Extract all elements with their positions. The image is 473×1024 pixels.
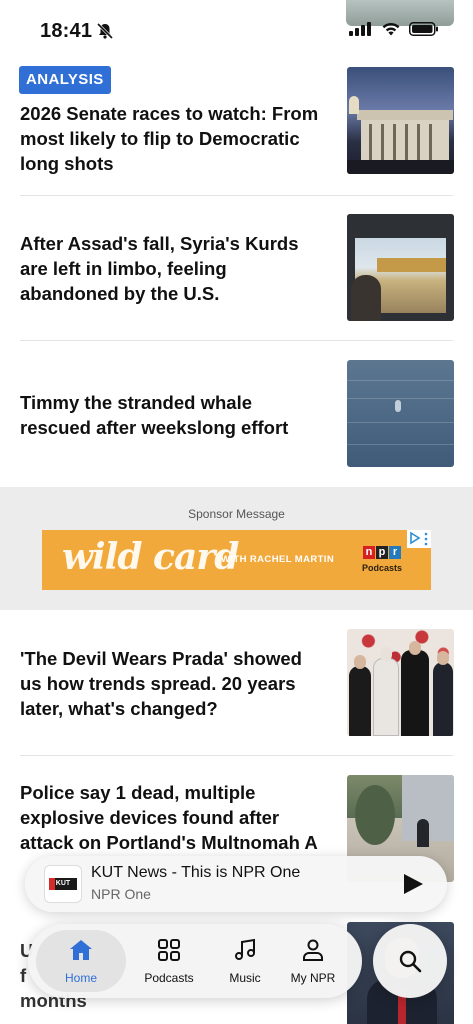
row-divider [20,195,453,196]
row-divider [20,755,453,756]
ad-brand-sub: Podcasts [361,563,402,573]
story-thumbnail[interactable] [347,67,454,174]
sponsor-label: Sponsor Message [188,507,285,521]
station-logo: KUT NEWS [44,865,82,903]
tab-label: Music [229,971,261,985]
story-thumbnail[interactable] [347,629,454,736]
cellular-signal-icon [349,22,371,36]
tab-label: Home [64,971,97,985]
player-subtitle: NPR One [91,886,151,902]
play-icon[interactable] [401,872,425,896]
bottom-tab-bar: Home Podcasts Music My NPR [28,924,362,998]
sponsor-ad-banner[interactable]: wild card WITH RACHEL MARTIN n p r Podca… [42,530,431,590]
tab-music[interactable]: Music [212,924,278,998]
status-icons [349,22,439,36]
story-title[interactable]: 2026 Senate races to watch: From most li… [20,101,325,176]
ad-title: wild card [62,536,239,578]
analysis-badge: ANALYSIS [19,66,111,94]
story-thumbnail[interactable] [347,360,454,467]
ad-choices-icon[interactable] [407,530,431,548]
story-title[interactable]: Timmy the stranded whale rescued after w… [20,390,325,440]
player-title: KUT News - This is NPR One [91,864,301,881]
tab-label: My NPR [290,971,336,985]
search-button[interactable] [373,924,447,998]
tab-home[interactable]: Home [36,924,126,998]
status-bar: 18:41 [0,0,473,48]
story-thumbnail[interactable] [347,214,454,321]
tab-my-npr[interactable]: My NPR [278,924,348,998]
ad-subtitle: WITH RACHEL MARTIN [221,554,335,565]
battery-icon [409,22,438,36]
row-divider [20,340,453,341]
home-icon [70,940,92,960]
grid-icon [158,939,180,961]
search-icon [399,950,422,973]
mini-player[interactable]: KUT NEWS KUT News - This is NPR One NPR … [25,856,447,912]
npr-letter: p [376,546,388,559]
tab-podcasts[interactable]: Podcasts [126,924,212,998]
person-icon [303,939,323,961]
status-time: 18:41 [40,20,93,42]
npr-letter: r [389,546,401,559]
sponsor-section: Sponsor Message wild card WITH RACHEL MA… [0,487,473,610]
story-title[interactable]: 'The Devil Wears Prada' showed us how tr… [20,646,325,721]
story-title[interactable]: After Assad's fall, Syria's Kurds are le… [20,231,325,306]
tab-label: Podcasts [144,971,194,985]
wifi-icon [382,22,400,36]
music-note-icon [235,938,255,960]
npr-letter: n [363,546,375,559]
npr-logo: n p r [363,546,401,559]
bell-slash-icon [96,22,114,40]
